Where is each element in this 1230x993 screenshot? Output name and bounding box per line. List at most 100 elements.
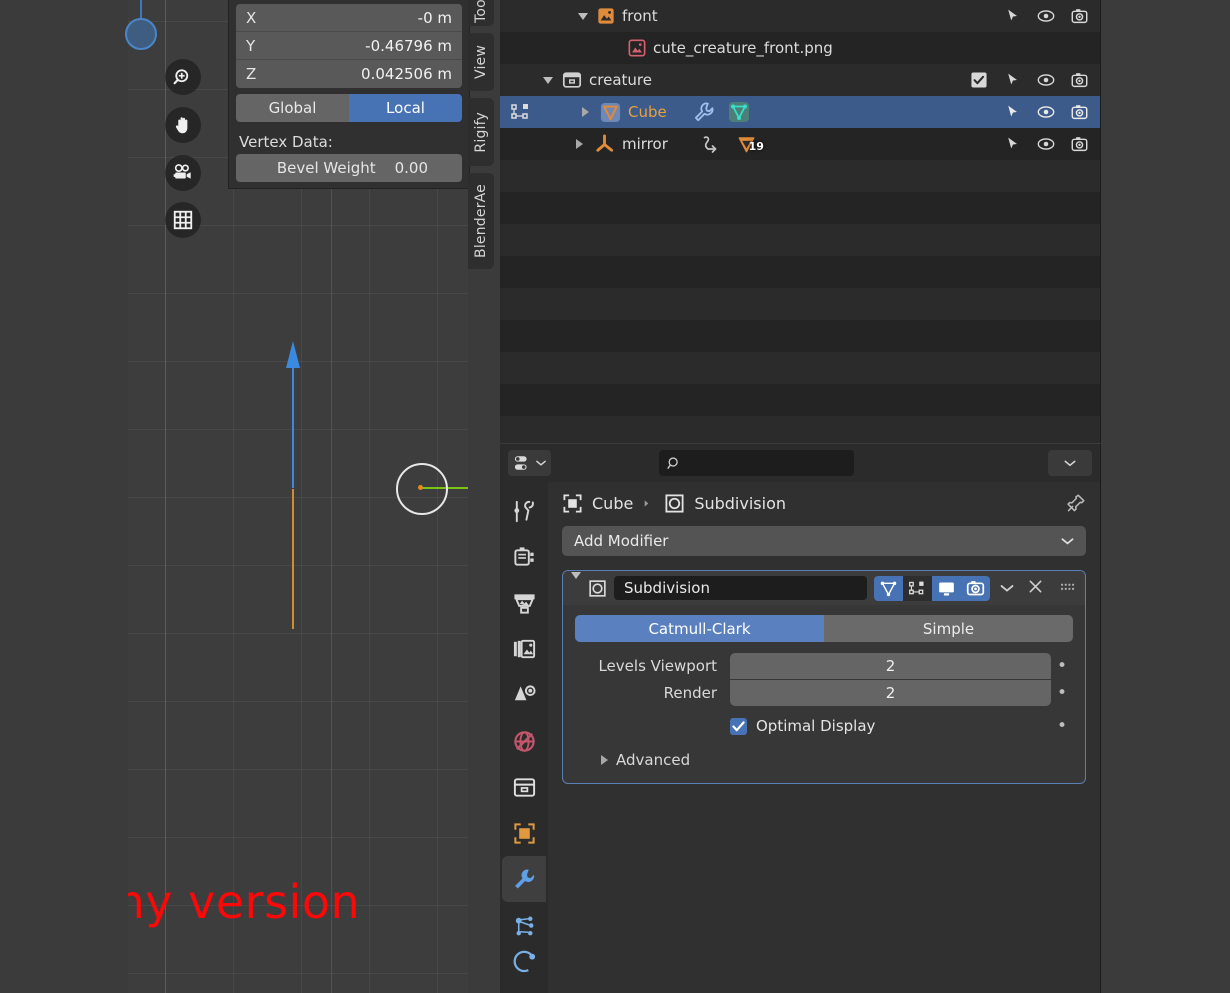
sidebar-tab-blenderae[interactable]: BlenderAe bbox=[468, 173, 494, 269]
outliner-row-mirror[interactable]: mirror 19 bbox=[500, 128, 1100, 160]
sidebar-tab-rigify[interactable]: Rigify bbox=[468, 98, 494, 166]
outliner-creature-filters[interactable] bbox=[971, 72, 1088, 88]
viewport-zoom-button[interactable] bbox=[165, 59, 201, 95]
outliner-row-cube[interactable]: Cube bbox=[500, 96, 1100, 128]
outliner-editor[interactable]: front cute_creature_front.png creature C… bbox=[500, 0, 1101, 443]
checkbox-icon bbox=[971, 72, 987, 88]
transform-z-field[interactable]: Z 0.042506 m bbox=[236, 60, 462, 88]
modifier-toggle-edit-mode[interactable] bbox=[903, 575, 932, 601]
properties-tab-object[interactable] bbox=[502, 810, 546, 856]
outliner-row-image[interactable]: cute_creature_front.png bbox=[500, 32, 1100, 64]
navigation-gizmo[interactable] bbox=[120, 0, 240, 50]
camera-render-icon bbox=[1071, 105, 1088, 120]
gizmo-z-axis[interactable] bbox=[292, 368, 294, 488]
viewport-grid-toggle-button[interactable] bbox=[165, 202, 201, 238]
annotation-text: my version bbox=[128, 875, 361, 929]
transform-y-label: Y bbox=[246, 36, 256, 55]
properties-options-button[interactable] bbox=[1048, 450, 1092, 476]
disclosure-triangle-cube[interactable] bbox=[578, 105, 592, 119]
transform-fields-group: X -0 m Y -0.46796 m Z 0.042506 m bbox=[236, 4, 462, 88]
outliner-mirror-filters[interactable] bbox=[1005, 136, 1088, 152]
outliner-row-front[interactable]: front bbox=[500, 0, 1100, 32]
outliner-empty-row bbox=[500, 192, 1100, 224]
cursor-select-icon bbox=[1008, 137, 1017, 149]
mesh-data-icon[interactable] bbox=[725, 102, 753, 122]
properties-tab-output[interactable] bbox=[502, 580, 546, 626]
sidebar-tab-view[interactable]: View bbox=[468, 33, 494, 91]
eye-icon bbox=[1037, 138, 1055, 150]
algorithm-simple-button[interactable]: Simple bbox=[824, 615, 1073, 642]
bevel-weight-value: 0.00 bbox=[394, 159, 428, 177]
optimal-display-animate-dot[interactable]: • bbox=[1051, 717, 1073, 735]
properties-tab-collection[interactable] bbox=[502, 764, 546, 810]
check-icon bbox=[732, 720, 745, 731]
outliner-row-filters[interactable] bbox=[1005, 8, 1088, 24]
properties-tab-world[interactable] bbox=[502, 718, 546, 764]
properties-editor[interactable]: Cube Subdivision Add Modifier Subdivisio… bbox=[500, 444, 1101, 993]
modifier-toggle-render[interactable] bbox=[961, 575, 990, 601]
optimal-display-checkbox[interactable] bbox=[730, 717, 747, 735]
search-field[interactable] bbox=[687, 454, 846, 472]
modifier-drag-handle[interactable] bbox=[1054, 579, 1077, 597]
breadcrumb-object-name[interactable]: Cube bbox=[592, 494, 633, 513]
levels-viewport-value[interactable]: 2 bbox=[730, 653, 1051, 679]
nav-gizmo-z-ball[interactable] bbox=[125, 18, 157, 50]
transform-x-field[interactable]: X -0 m bbox=[236, 4, 462, 32]
advanced-section-toggle[interactable]: Advanced bbox=[575, 751, 1073, 769]
properties-tab-modifier[interactable] bbox=[502, 856, 546, 902]
orientation-local-button[interactable]: Local bbox=[349, 94, 462, 122]
add-modifier-label: Add Modifier bbox=[574, 532, 669, 550]
disclosure-triangle-front[interactable] bbox=[576, 9, 590, 23]
wrench-icon[interactable] bbox=[689, 102, 719, 122]
disclosure-triangle-creature[interactable] bbox=[541, 73, 555, 87]
modifier-card-subdivision: Subdivision Catmull-Clark Simple Levels … bbox=[562, 570, 1086, 784]
transform-y-field[interactable]: Y -0.46796 m bbox=[236, 32, 462, 60]
render-icon bbox=[513, 546, 534, 566]
modifier-expand-triangle[interactable] bbox=[571, 572, 581, 597]
properties-tab-tool[interactable] bbox=[502, 488, 546, 534]
orientation-global-button[interactable]: Global bbox=[236, 94, 349, 122]
modifier-extras-button[interactable] bbox=[997, 579, 1017, 597]
modifier-name-field[interactable]: Subdivision bbox=[614, 576, 867, 600]
sidebar-tab-blenderae-label: BlenderAe bbox=[473, 184, 489, 258]
breadcrumb-modifier-name[interactable]: Subdivision bbox=[694, 494, 786, 513]
properties-tab-particles[interactable] bbox=[502, 902, 546, 948]
display-monitor-icon bbox=[939, 581, 954, 595]
world-globe-icon bbox=[513, 730, 535, 752]
edit-mode-icon bbox=[909, 581, 924, 594]
levels-viewport-animate-dot[interactable]: • bbox=[1051, 657, 1073, 675]
gizmo-z-arrowhead[interactable] bbox=[286, 341, 300, 368]
sidebar-tab-tool[interactable]: Tool bbox=[468, 0, 494, 26]
modifier-toggle-on-cage[interactable] bbox=[874, 575, 903, 601]
properties-tab-render[interactable] bbox=[502, 534, 546, 580]
outliner-row-creature[interactable]: creature bbox=[500, 64, 1100, 96]
viewport-pan-button[interactable] bbox=[165, 107, 201, 143]
outliner-label-cube: Cube bbox=[628, 103, 667, 121]
modifier-close-button[interactable] bbox=[1024, 579, 1047, 598]
disclosure-triangle-mirror[interactable] bbox=[572, 137, 586, 151]
bevel-weight-field[interactable]: Bevel Weight 0.00 bbox=[236, 154, 462, 182]
output-printer-icon bbox=[513, 593, 535, 614]
chevron-down-icon bbox=[1061, 537, 1074, 545]
pin-icon[interactable] bbox=[1066, 493, 1086, 513]
editor-type-selector[interactable] bbox=[508, 450, 551, 476]
viewport-camera-button[interactable] bbox=[165, 155, 201, 191]
bevel-weight-label: Bevel Weight bbox=[276, 159, 376, 177]
transform-z-value: 0.042506 m bbox=[361, 65, 452, 83]
levels-render-label: Render bbox=[663, 684, 717, 702]
outliner-cube-filters[interactable] bbox=[1005, 104, 1088, 120]
properties-tab-view-layer[interactable] bbox=[502, 626, 546, 672]
properties-tab-physics[interactable] bbox=[502, 948, 546, 974]
object-square-icon bbox=[513, 822, 535, 844]
add-modifier-button[interactable]: Add Modifier bbox=[562, 526, 1086, 556]
levels-render-value[interactable]: 2 bbox=[730, 680, 1051, 706]
properties-tab-scene[interactable] bbox=[502, 672, 546, 718]
search-input[interactable] bbox=[659, 450, 854, 476]
cursor-select-icon bbox=[1008, 73, 1017, 85]
modifier-toggle-realtime[interactable] bbox=[932, 575, 961, 601]
levels-render-animate-dot[interactable]: • bbox=[1051, 684, 1073, 702]
algorithm-catmull-clark-button[interactable]: Catmull-Clark bbox=[575, 615, 824, 642]
cursor-select-icon bbox=[1008, 9, 1017, 21]
modifier-display-toggles bbox=[874, 575, 990, 601]
mesh-data-icon bbox=[880, 581, 897, 596]
